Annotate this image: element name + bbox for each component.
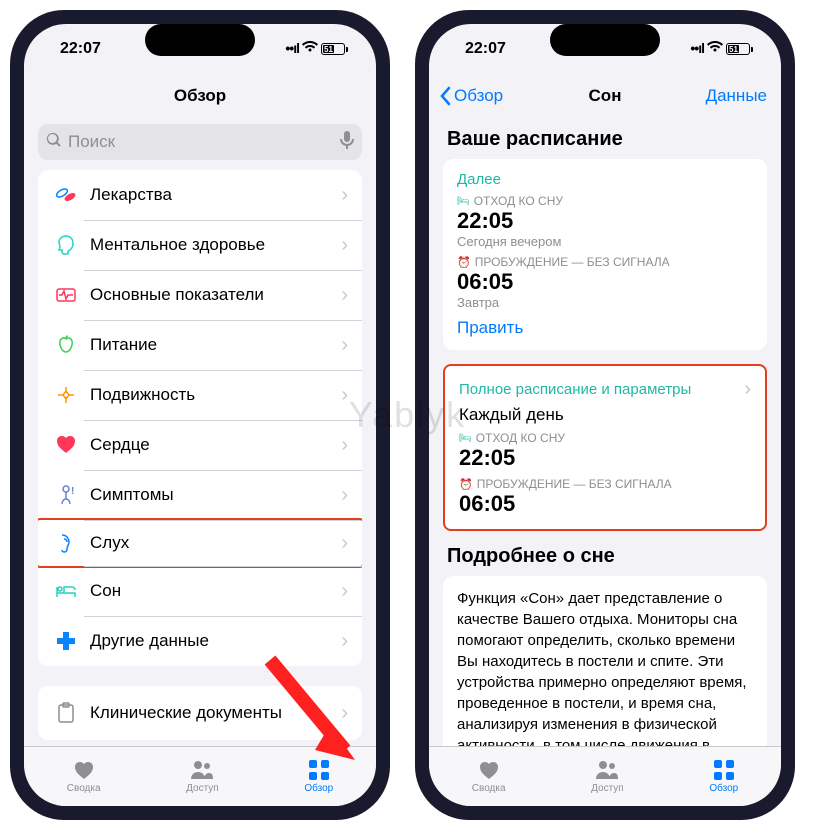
row-symptoms[interactable]: ! Симптомы ›	[38, 470, 362, 520]
daily-label: Каждый день	[459, 405, 751, 425]
chevron-right-icon: ›	[341, 184, 348, 207]
heart-fill-icon	[476, 759, 502, 781]
tab-sharing[interactable]: Доступ	[186, 759, 219, 794]
chevron-right-icon: ›	[341, 234, 348, 257]
bed-mini-icon: 🛏	[457, 196, 470, 207]
cellular-icon	[690, 40, 704, 58]
alarm-mini-icon: ⏰	[459, 478, 473, 491]
mobility-icon	[52, 381, 80, 409]
next-schedule-card: Далее 🛏ОТХОД КО СНУ 22:05 Сегодня вечеро…	[443, 159, 767, 350]
chevron-right-icon: ›	[341, 580, 348, 603]
next-label: Далее	[457, 171, 753, 188]
row-mobility[interactable]: Подвижность ›	[38, 370, 362, 420]
clipboard-icon	[52, 699, 80, 727]
heart-fill-icon	[71, 759, 97, 781]
back-button[interactable]: Обзор	[439, 86, 503, 106]
status-indicators: 51	[690, 40, 753, 58]
chevron-right-icon: ›	[341, 532, 348, 555]
data-button[interactable]: Данные	[706, 86, 767, 106]
search-placeholder: Поиск	[68, 132, 340, 152]
nav-bar: Обзор Сон Данные	[429, 74, 781, 118]
about-title: Подробнее о сне	[447, 545, 763, 568]
vitals-icon	[52, 281, 80, 309]
row-vitals[interactable]: Основные показатели ›	[38, 270, 362, 320]
alarm-mini-icon: ⏰	[457, 256, 471, 269]
cellular-icon	[285, 40, 299, 58]
about-text: Функция «Сон» дает представление о качес…	[457, 588, 753, 746]
wake-value: 06:05	[457, 269, 753, 295]
bed-mini-icon: 🛏	[459, 433, 472, 444]
status-time: 22:07	[465, 40, 506, 58]
bed-icon	[52, 577, 80, 605]
row-mental[interactable]: Ментальное здоровье ›	[38, 220, 362, 270]
search-field[interactable]: Поиск	[38, 124, 362, 160]
search-icon	[46, 132, 62, 153]
wifi-icon	[302, 40, 318, 58]
screen-right: 22:07 51 Обзор Сон Данные Ваше расписани…	[429, 24, 781, 806]
ear-icon	[52, 529, 80, 557]
people-icon	[594, 759, 620, 781]
annotation-arrow	[260, 650, 370, 780]
apple-icon	[52, 331, 80, 359]
dynamic-island	[550, 24, 660, 56]
nav-bar: Обзор	[24, 74, 376, 118]
chevron-right-icon: ›	[341, 284, 348, 307]
row-heart[interactable]: Сердце ›	[38, 420, 362, 470]
page-title: Обзор	[174, 86, 226, 106]
tab-bar: Сводка Доступ Обзор	[429, 746, 781, 806]
mic-icon[interactable]	[340, 131, 354, 154]
status-time: 22:07	[60, 40, 101, 58]
full-schedule-card[interactable]: Полное расписание и параметры › Каждый д…	[443, 364, 767, 531]
chevron-right-icon: ›	[341, 384, 348, 407]
battery-icon: 51	[726, 43, 753, 55]
chevron-left-icon	[439, 86, 451, 106]
edit-link[interactable]: Править	[457, 318, 753, 338]
content-right: Ваше расписание Далее 🛏ОТХОД КО СНУ 22:0…	[429, 118, 781, 746]
bedtime-value: 22:05	[457, 208, 753, 234]
full-schedule-link: Полное расписание и параметры	[459, 381, 691, 398]
chevron-right-icon: ›	[341, 484, 348, 507]
chevron-right-icon: ›	[341, 434, 348, 457]
battery-icon: 51	[321, 43, 348, 55]
symptoms-icon: !	[52, 481, 80, 509]
row-sleep[interactable]: Сон ›	[38, 566, 362, 616]
plus-icon	[52, 627, 80, 655]
row-nutrition[interactable]: Питание ›	[38, 320, 362, 370]
meds-icon	[52, 181, 80, 209]
chevron-right-icon: ›	[341, 334, 348, 357]
schedule-title: Ваше расписание	[447, 128, 763, 151]
brain-icon	[52, 231, 80, 259]
status-indicators: 51	[285, 40, 348, 58]
chevron-right-icon: ›	[744, 378, 751, 401]
row-hearing[interactable]: Слух ›	[38, 518, 362, 568]
phone-left: 22:07 51 Обзор Поиск Лекарства	[10, 10, 390, 820]
about-card: Функция «Сон» дает представление о качес…	[443, 576, 767, 746]
heart-icon	[52, 431, 80, 459]
category-list: Лекарства › Ментальное здоровье › Основн…	[38, 170, 362, 666]
dynamic-island	[145, 24, 255, 56]
tab-summary[interactable]: Сводка	[472, 759, 506, 794]
page-title: Сон	[589, 86, 622, 106]
svg-text:!: !	[71, 486, 74, 497]
row-meds[interactable]: Лекарства ›	[38, 170, 362, 220]
tab-sharing[interactable]: Доступ	[591, 759, 624, 794]
phone-right: 22:07 51 Обзор Сон Данные Ваше расписани…	[415, 10, 795, 820]
tab-summary[interactable]: Сводка	[67, 759, 101, 794]
grid-icon	[711, 759, 737, 781]
wifi-icon	[707, 40, 723, 58]
people-icon	[189, 759, 215, 781]
tab-browse[interactable]: Обзор	[709, 759, 738, 794]
